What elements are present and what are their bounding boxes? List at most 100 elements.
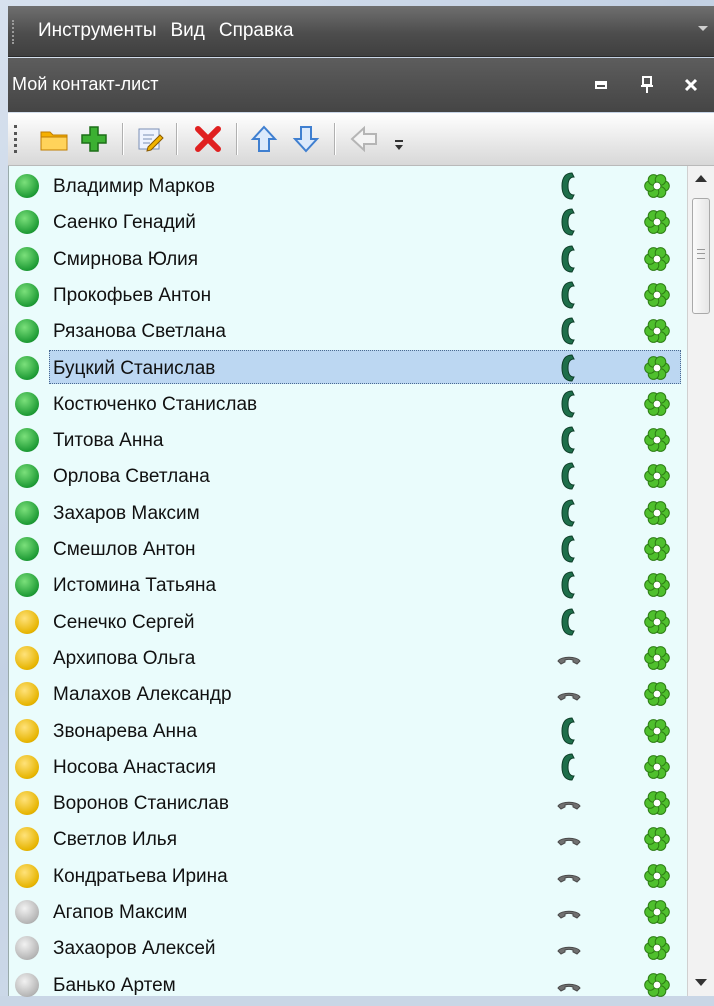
icq-flower-icon[interactable]: [643, 354, 671, 382]
icq-flower-icon[interactable]: [643, 535, 671, 563]
phone-active-icon[interactable]: [555, 606, 579, 638]
contact-row[interactable]: Захаров Максим: [9, 495, 685, 531]
contact-name: Владимир Марков: [53, 176, 215, 197]
icq-flower-icon[interactable]: [643, 971, 671, 999]
phone-hungup-icon[interactable]: [555, 823, 581, 855]
edit-contact-button[interactable]: [134, 123, 166, 155]
toolbar-overflow-button[interactable]: [392, 123, 406, 155]
contact-row[interactable]: Рязанова Светлана: [9, 313, 685, 349]
contact-list[interactable]: Владимир Марков Саенко Генадий Смирнова Юл…: [8, 166, 714, 997]
scroll-down-button[interactable]: [688, 970, 714, 996]
icq-flower-icon[interactable]: [643, 390, 671, 418]
phone-active-icon[interactable]: [555, 170, 579, 202]
icq-flower-icon[interactable]: [643, 208, 671, 236]
icq-flower-icon[interactable]: [643, 717, 671, 745]
contact-row[interactable]: Смешлов Антон: [9, 531, 685, 567]
icq-flower-icon[interactable]: [643, 862, 671, 890]
scroll-up-button[interactable]: [688, 166, 714, 192]
minimize-button[interactable]: [588, 72, 614, 98]
vertical-scrollbar[interactable]: [687, 166, 714, 996]
phone-hungup-icon[interactable]: [555, 932, 581, 964]
status-online-icon: [15, 210, 39, 235]
close-button[interactable]: [678, 72, 704, 98]
phone-active-icon[interactable]: [555, 460, 579, 492]
contact-row[interactable]: Архипова Ольга: [9, 640, 685, 676]
icq-flower-icon[interactable]: [643, 898, 671, 926]
contact-row[interactable]: Звонарева Анна: [9, 713, 685, 749]
contact-row[interactable]: Прокофьев Антон: [9, 277, 685, 313]
contact-row[interactable]: Саенко Генадий: [9, 204, 685, 240]
phone-active-icon[interactable]: [555, 533, 579, 565]
contact-row[interactable]: Захаоров Алексей: [9, 930, 685, 966]
contact-row[interactable]: Малахов Александр: [9, 676, 685, 712]
icq-flower-icon[interactable]: [643, 571, 671, 599]
menu-view[interactable]: Вид: [170, 20, 204, 42]
contact-row[interactable]: Кондратьева Ирина: [9, 858, 685, 894]
contact-row[interactable]: Орлова Светлана: [9, 458, 685, 494]
phone-hungup-icon[interactable]: [555, 787, 581, 819]
icq-flower-icon[interactable]: [643, 281, 671, 309]
contact-row[interactable]: Костюченко Станислав: [9, 386, 685, 422]
icq-flower-icon[interactable]: [643, 317, 671, 345]
phone-active-icon[interactable]: [555, 751, 579, 783]
icq-flower-icon[interactable]: [643, 462, 671, 490]
icq-flower-icon[interactable]: [643, 426, 671, 454]
menubar-overflow-icon[interactable]: [698, 26, 708, 31]
contact-toolbar: [8, 113, 714, 166]
phone-hungup-icon[interactable]: [555, 896, 581, 928]
contact-row[interactable]: Титова Анна: [9, 422, 685, 458]
move-left-button[interactable]: [348, 123, 380, 155]
icq-flower-icon[interactable]: [643, 499, 671, 527]
phone-active-icon[interactable]: [555, 279, 579, 311]
status-away-icon: [15, 645, 39, 670]
contact-name: Малахов Александр: [53, 684, 232, 706]
contact-row[interactable]: Воронов Станислав: [9, 785, 685, 821]
delete-contact-button[interactable]: [192, 123, 224, 155]
phone-active-icon[interactable]: [555, 315, 579, 347]
move-up-button[interactable]: [248, 123, 280, 155]
icq-flower-icon[interactable]: [643, 825, 671, 853]
phone-active-icon[interactable]: [555, 569, 579, 601]
icq-flower-icon[interactable]: [643, 789, 671, 817]
icq-flower-icon[interactable]: [643, 680, 671, 708]
menu-items: Инструменты Вид Справка: [38, 20, 293, 42]
contact-row[interactable]: Смирнова Юлия: [9, 241, 685, 277]
move-down-button[interactable]: [290, 123, 322, 155]
phone-active-icon[interactable]: [555, 206, 579, 238]
contact-row[interactable]: Владимир Марков: [9, 168, 685, 204]
icq-flower-icon[interactable]: [643, 245, 671, 273]
icq-flower-icon[interactable]: [643, 644, 671, 672]
phone-hungup-icon[interactable]: [555, 678, 581, 710]
contact-row[interactable]: Буцкий Станислав: [9, 349, 685, 386]
phone-active-icon[interactable]: [555, 715, 579, 747]
contact-name: Орлова Светлана: [53, 466, 210, 488]
contact-row[interactable]: Светлов Илья: [9, 821, 685, 857]
toolbar-grip[interactable]: [14, 125, 19, 153]
phone-active-icon[interactable]: [555, 243, 579, 275]
add-contact-button[interactable]: [78, 123, 110, 155]
icq-flower-icon[interactable]: [643, 934, 671, 962]
contact-row[interactable]: Носова Анастасия: [9, 749, 685, 785]
phone-active-icon[interactable]: [555, 388, 579, 420]
pin-button[interactable]: [634, 72, 660, 98]
contact-name: Захаоров Алексей: [53, 938, 216, 960]
icq-flower-icon[interactable]: [643, 608, 671, 636]
contact-row[interactable]: Истомина Татьяна: [9, 567, 685, 603]
icq-flower-icon[interactable]: [643, 753, 671, 781]
menubar-grip[interactable]: [12, 20, 17, 44]
menu-help[interactable]: Справка: [219, 20, 294, 42]
contact-row[interactable]: Агапов Максим: [9, 894, 685, 930]
phone-active-icon[interactable]: [555, 352, 579, 384]
phone-active-icon[interactable]: [555, 424, 579, 456]
open-folder-button[interactable]: [38, 123, 70, 155]
contact-row[interactable]: Сенечко Сергей: [9, 604, 685, 640]
contact-name: Носова Анастасия: [53, 756, 216, 778]
phone-hungup-icon[interactable]: [555, 642, 581, 674]
phone-hungup-icon[interactable]: [555, 860, 581, 892]
status-online-icon: [15, 355, 39, 380]
phone-active-icon[interactable]: [555, 497, 579, 529]
icq-flower-icon[interactable]: [643, 172, 671, 200]
contact-row[interactable]: Банько Артем: [9, 967, 685, 1003]
menu-tools[interactable]: Инструменты: [38, 20, 156, 42]
scroll-thumb[interactable]: [692, 198, 710, 314]
